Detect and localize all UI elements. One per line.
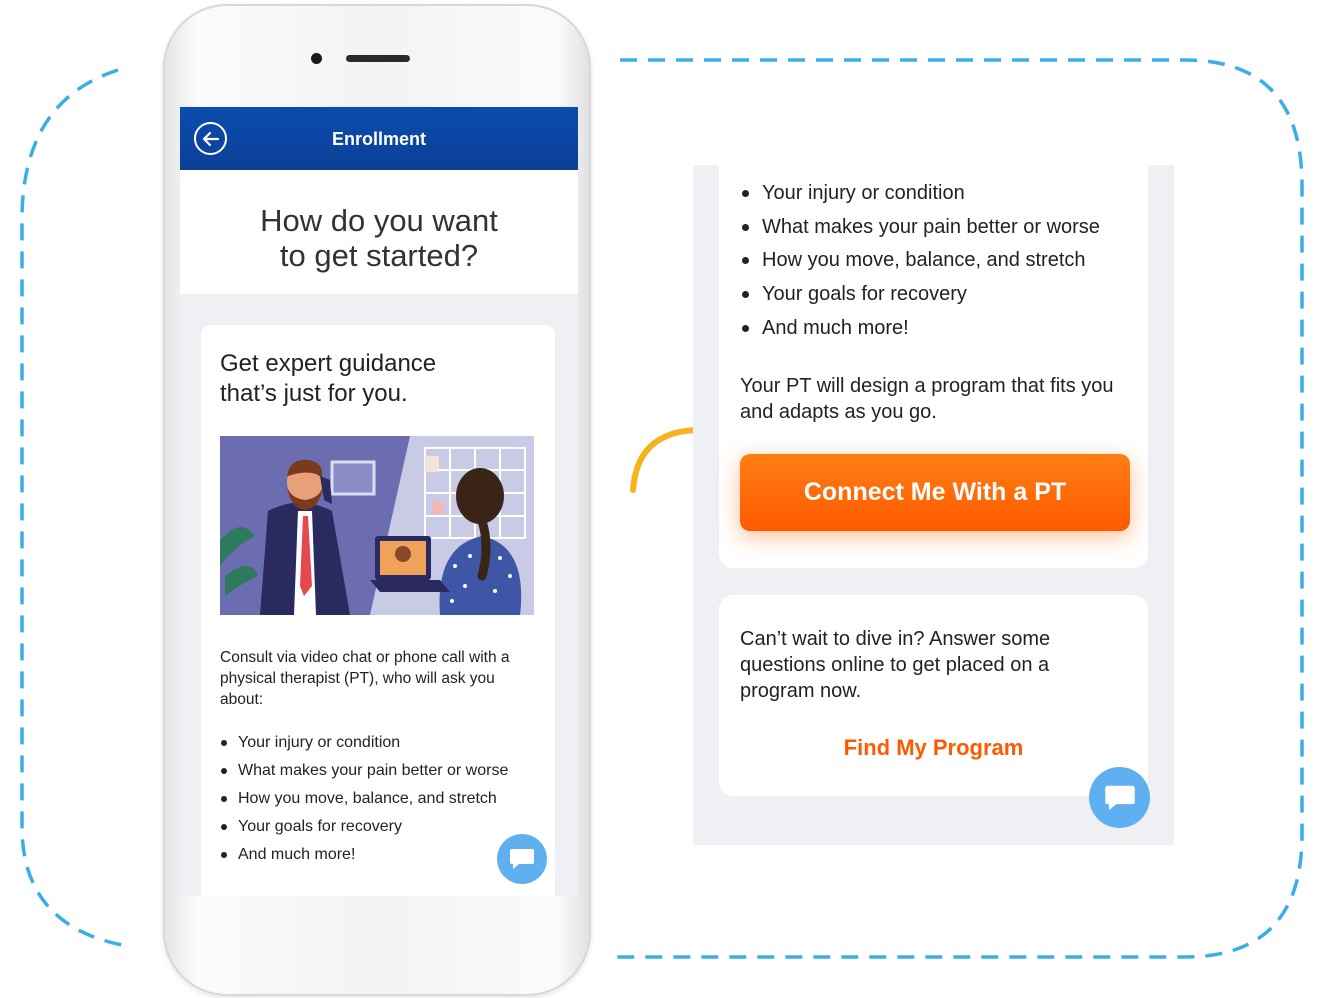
connect-pt-button[interactable]: Connect Me With a PT — [740, 454, 1130, 531]
heading-panel: How do you want to get started? — [180, 170, 578, 294]
zoomed-detail-panel: Your injury or condition What makes your… — [693, 165, 1174, 845]
app-header: Enrollment — [180, 107, 578, 170]
list-item: And much more! — [220, 841, 508, 869]
zoomed-topics-list: Your injury or condition What makes your… — [740, 177, 1100, 346]
phone-screen: Enrollment How do you want to get starte… — [180, 107, 578, 896]
dive-in-text: Can’t wait to dive in? Answer some quest… — [740, 628, 1051, 702]
list-item: How you move, balance, and stretch — [740, 244, 1100, 278]
video-consult-illustration — [220, 436, 534, 615]
card-title-line-1: Get expert guidance — [220, 350, 437, 377]
topics-list: Your injury or condition What makes your… — [220, 729, 508, 869]
zoomed-guidance-card: Your injury or condition What makes your… — [719, 165, 1148, 568]
card-title-line-2: that’s just for you. — [220, 380, 408, 407]
page-title-line-1: How do you want — [260, 203, 498, 238]
header-title: Enrollment — [331, 129, 426, 149]
list-item: Your injury or condition — [220, 729, 508, 757]
list-item: Your goals for recovery — [740, 278, 1100, 312]
phone-speaker — [346, 55, 410, 62]
chat-bubble-icon — [1104, 785, 1135, 810]
card-title: Get expert guidance that’s just for you. — [220, 349, 436, 409]
list-item: What makes your pain better or worse — [740, 211, 1100, 245]
chat-bubble-icon — [510, 849, 534, 869]
page-title: How do you want to get started? — [180, 203, 578, 273]
consult-description: Consult via video chat or phone call wit… — [220, 649, 510, 708]
find-my-program-link[interactable]: Find My Program — [719, 735, 1148, 761]
list-item: And much more! — [740, 312, 1100, 346]
chat-button[interactable] — [1089, 767, 1150, 828]
list-item: How you move, balance, and stretch — [220, 785, 508, 813]
program-description: Your PT will design a program that fits … — [740, 375, 1114, 423]
list-item: Your injury or condition — [740, 177, 1100, 211]
expert-guidance-card: Get expert guidance that’s just for you. — [201, 325, 555, 896]
phone-camera — [311, 53, 322, 64]
list-item: What makes your pain better or worse — [220, 757, 508, 785]
list-item: Your goals for recovery — [220, 813, 508, 841]
find-program-card: Can’t wait to dive in? Answer some quest… — [719, 595, 1148, 796]
chat-button[interactable] — [497, 834, 547, 884]
page-title-line-2: to get started? — [279, 238, 479, 273]
